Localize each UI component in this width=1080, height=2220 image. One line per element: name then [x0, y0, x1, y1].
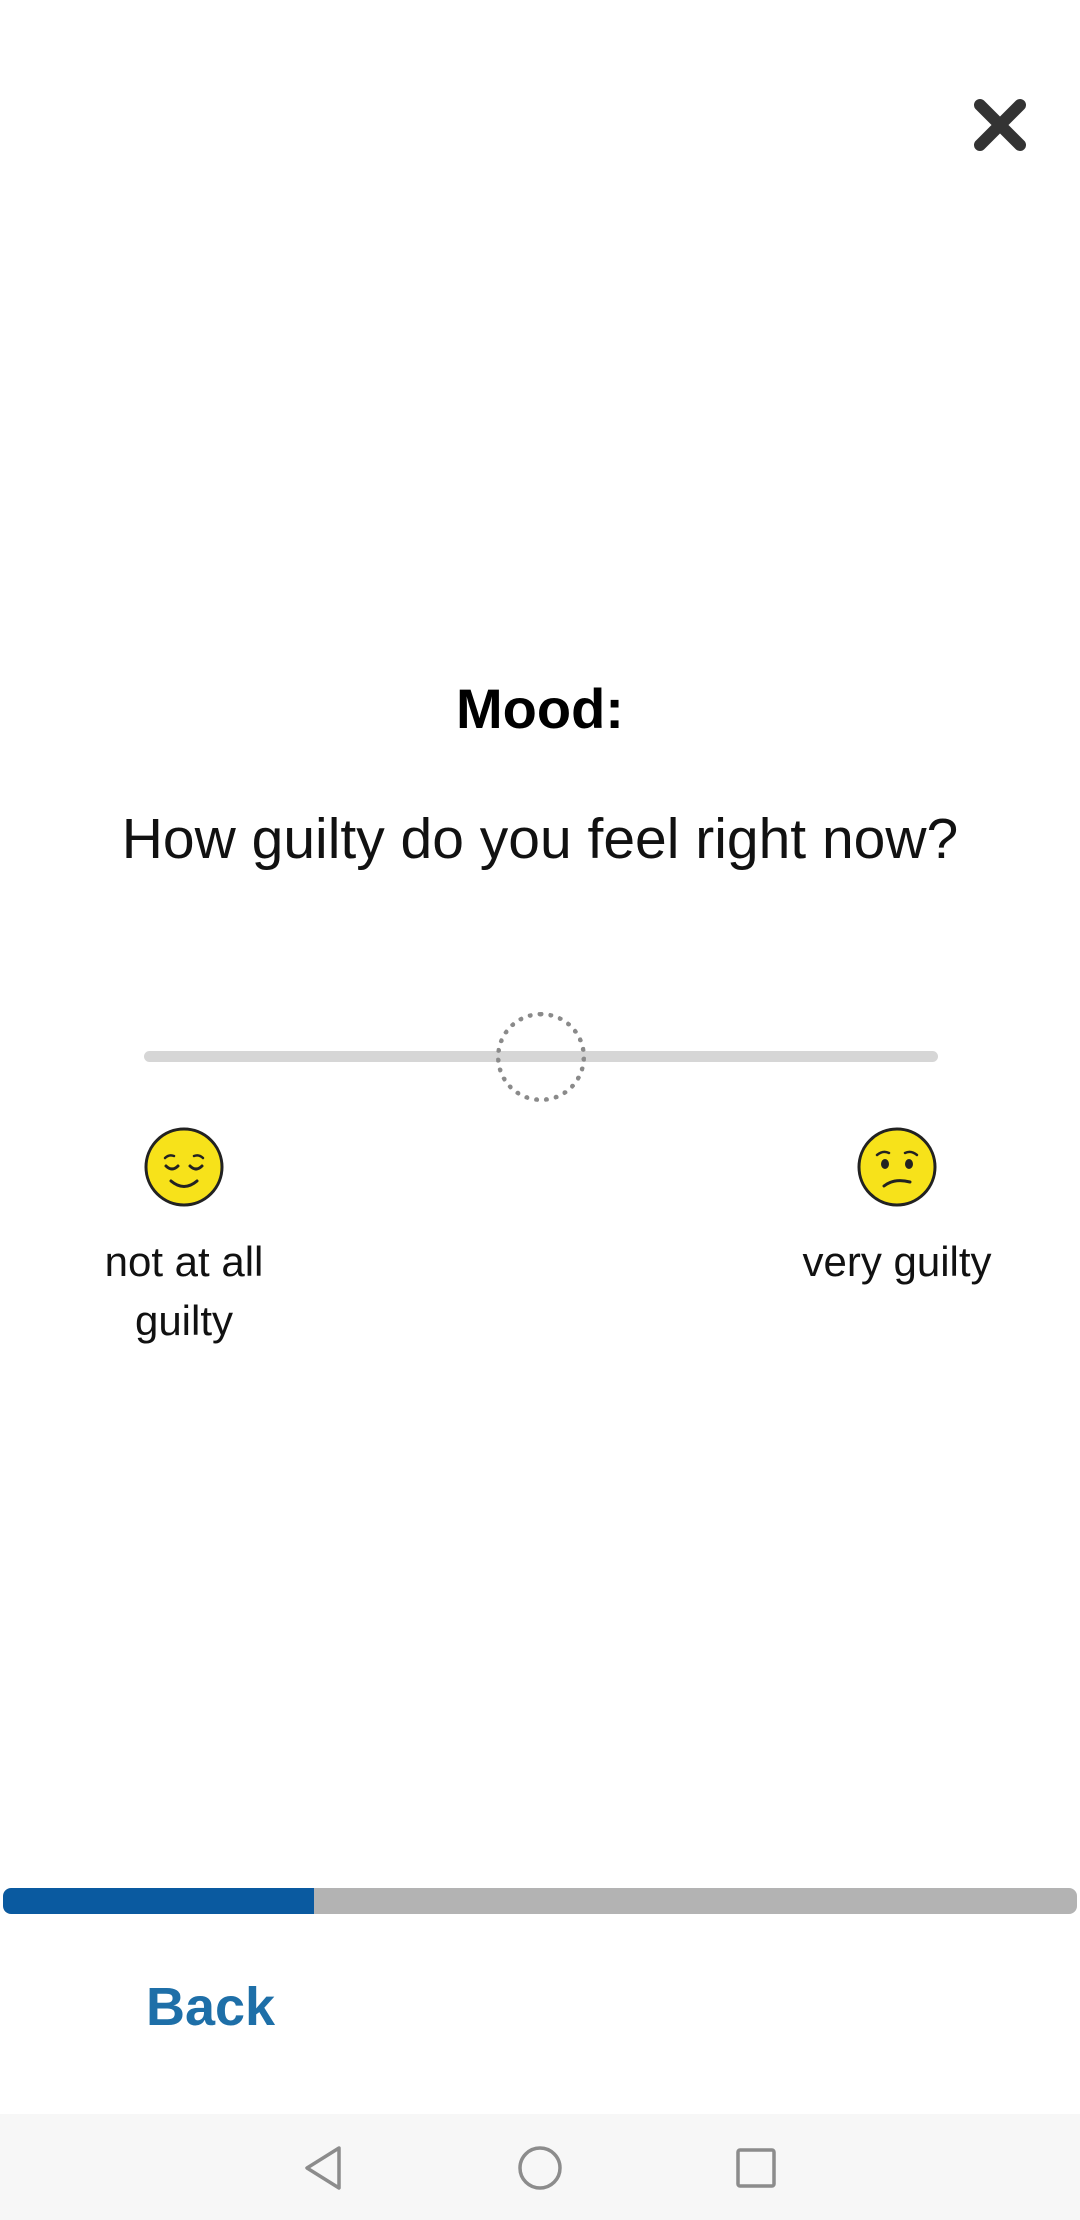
relieved-face-icon: [144, 1127, 224, 1207]
slider-max-anchor: very guilty: [767, 1126, 1027, 1291]
mood-slider-thumb[interactable]: [496, 1012, 586, 1102]
confused-face-icon: [857, 1127, 937, 1207]
system-back-button[interactable]: [295, 2140, 351, 2196]
back-button[interactable]: Back: [146, 1976, 275, 2038]
system-home-button[interactable]: [512, 2140, 568, 2196]
system-navigation-bar: [0, 2114, 1080, 2220]
question-title: Mood:: [456, 677, 624, 740]
slider-min-label: not at all guilty: [104, 1238, 264, 1344]
slider-max-label: very guilty: [802, 1238, 992, 1285]
circle-home-icon: [518, 2146, 562, 2190]
slider-min-anchor: not at all guilty: [54, 1126, 314, 1350]
close-button[interactable]: [960, 85, 1040, 165]
survey-progress-bar: [3, 1888, 1077, 1914]
square-recents-icon: [736, 2148, 776, 2188]
system-recents-button[interactable]: [728, 2140, 784, 2196]
question-text: How guilty do you feel right now?: [121, 807, 959, 871]
close-icon: [974, 99, 1026, 151]
triangle-back-icon: [305, 2146, 341, 2190]
survey-progress-fill: [3, 1888, 315, 1914]
